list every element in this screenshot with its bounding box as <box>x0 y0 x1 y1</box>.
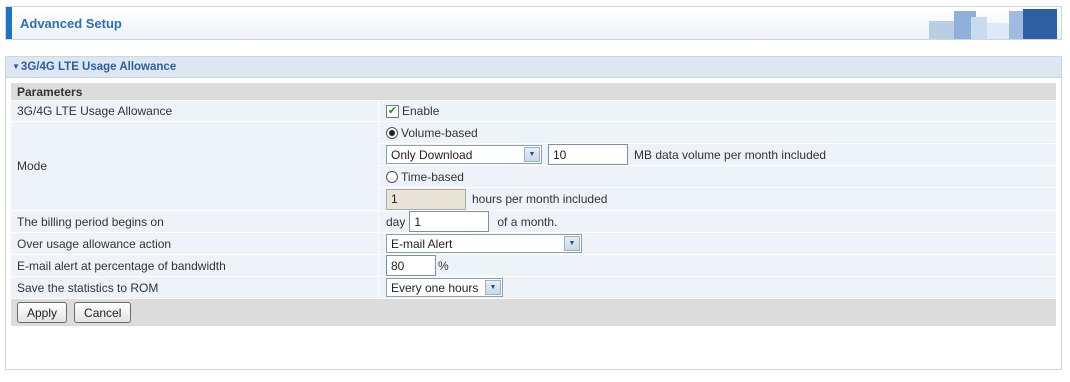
over-usage-row: Over usage allowance action E-mail Alert… <box>11 233 1056 255</box>
volume-based-radio[interactable] <box>386 126 398 139</box>
save-stats-label: Save the statistics to ROM <box>11 277 379 298</box>
email-alert-input[interactable]: 80 <box>386 255 436 276</box>
email-alert-label: E-mail alert at percentage of bandwidth <box>11 255 379 276</box>
volume-based-label: Volume-based <box>401 125 478 140</box>
save-stats-select[interactable]: Every one hours ▼ <box>386 278 503 297</box>
section-header: Parameters <box>11 83 1056 101</box>
billing-row: The billing period begins on day 1 of a … <box>11 211 1056 233</box>
volume-direction-select[interactable]: Only Download ▼ <box>386 145 542 164</box>
email-alert-suffix: % <box>438 258 449 273</box>
chevron-down-icon: ▼ <box>524 147 540 162</box>
over-usage-select[interactable]: E-mail Alert ▼ <box>386 234 582 253</box>
collapse-arrow-icon: ▼ <box>12 62 20 71</box>
apply-button[interactable]: Apply <box>17 302 68 323</box>
time-based-label: Time-based <box>401 169 464 184</box>
volume-suffix: MB data volume per month included <box>634 147 827 162</box>
volume-direction-value: Only Download <box>391 147 473 162</box>
save-stats-value: Every one hours <box>391 280 479 295</box>
settings-form: Parameters 3G/4G LTE Usage Allowance ✔ E… <box>11 83 1056 326</box>
billing-label: The billing period begins on <box>11 211 379 232</box>
cancel-button[interactable]: Cancel <box>74 302 132 323</box>
mode-row: Mode Volume-based Only Download ▼ 10 MB … <box>11 122 1056 211</box>
time-suffix: hours per month included <box>472 192 608 206</box>
billing-day-input[interactable]: 1 <box>409 211 490 232</box>
save-stats-row: Save the statistics to ROM Every one hou… <box>11 277 1056 299</box>
volume-input[interactable]: 10 <box>548 144 628 165</box>
time-input[interactable]: 1 <box>386 188 466 210</box>
over-usage-label: Over usage allowance action <box>11 233 379 254</box>
enable-checkbox[interactable]: ✔ <box>386 104 399 118</box>
over-usage-value: E-mail Alert <box>391 236 453 251</box>
email-alert-row: E-mail alert at percentage of bandwidth … <box>11 255 1056 277</box>
header-accent-bar <box>6 7 12 39</box>
enable-label: Enable <box>402 104 440 118</box>
panel-title: 3G/4G LTE Usage Allowance <box>20 61 177 73</box>
mode-label: Mode <box>11 122 379 210</box>
page-title: Advanced Setup <box>20 16 122 31</box>
allowance-row: 3G/4G LTE Usage Allowance ✔ Enable <box>11 101 1056 122</box>
chevron-down-icon: ▼ <box>485 280 501 295</box>
panel-header[interactable]: ▼3G/4G LTE Usage Allowance <box>6 57 1061 78</box>
time-based-radio[interactable] <box>386 170 398 183</box>
button-bar: Apply Cancel <box>11 299 1056 326</box>
allowance-label: 3G/4G LTE Usage Allowance <box>11 101 379 121</box>
header-graphic-icon <box>929 9 1057 39</box>
billing-prefix: day <box>386 214 406 229</box>
chevron-down-icon: ▼ <box>564 236 580 251</box>
billing-suffix: of a month. <box>497 214 558 229</box>
page-header: Advanced Setup <box>5 6 1062 40</box>
usage-allowance-panel: ▼3G/4G LTE Usage Allowance Parameters 3G… <box>5 56 1062 370</box>
